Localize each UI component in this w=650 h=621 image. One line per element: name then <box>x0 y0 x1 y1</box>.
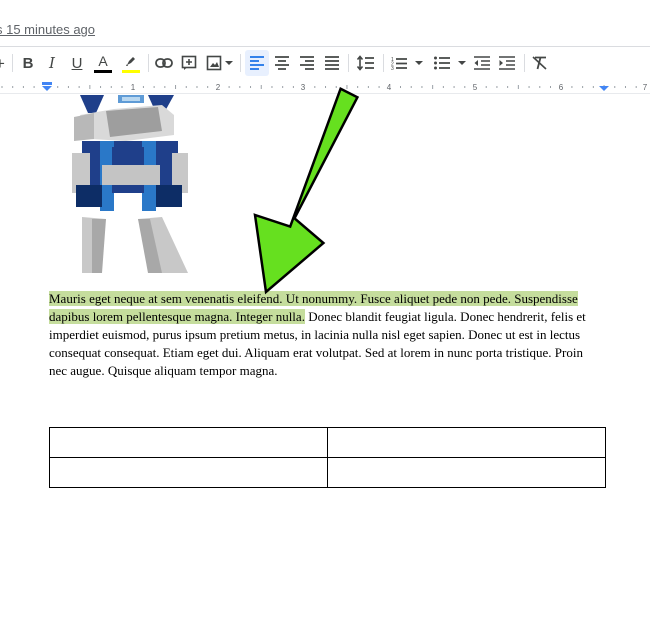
arrow-pointer <box>253 86 360 295</box>
annotation-arrow <box>253 86 360 295</box>
